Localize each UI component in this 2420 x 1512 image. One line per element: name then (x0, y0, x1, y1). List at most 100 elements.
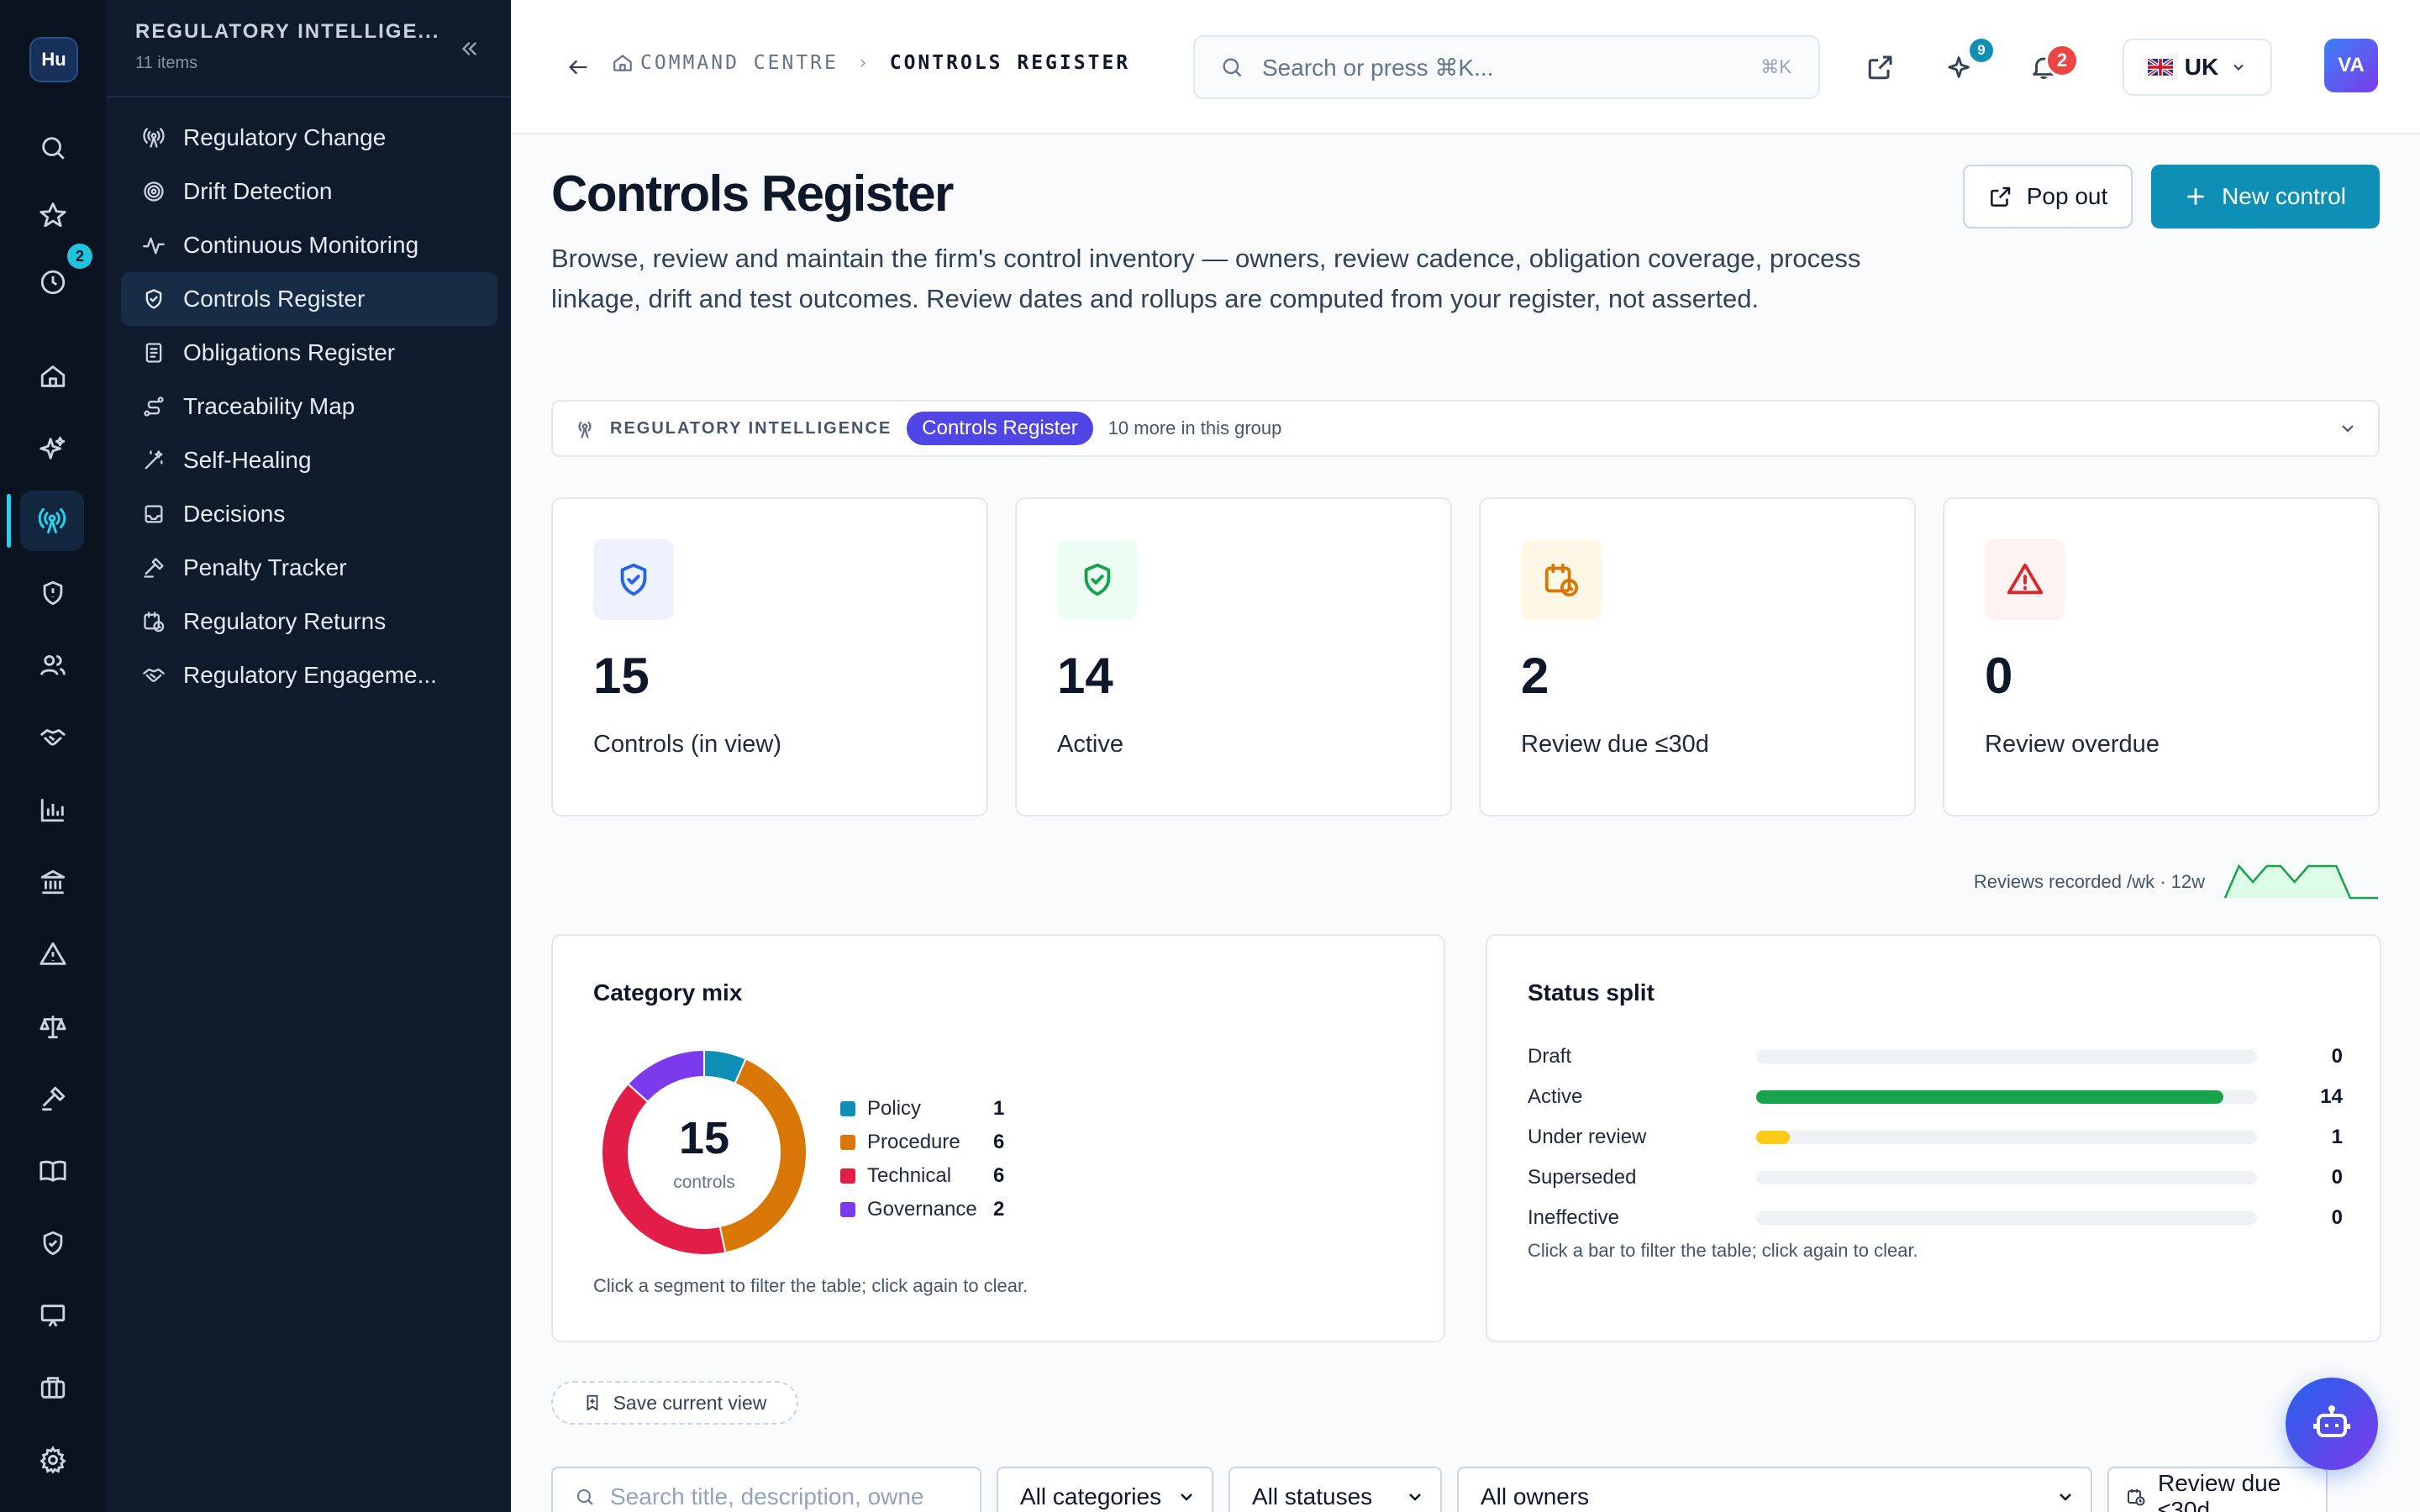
bar-chart-icon[interactable] (33, 790, 73, 830)
status-bar-track[interactable] (1756, 1050, 2257, 1063)
sidebar-item-obligations-register[interactable]: Obligations Register (121, 326, 497, 380)
chevron-down-icon (2230, 59, 2247, 76)
collapse-sidebar-icon[interactable] (454, 34, 484, 64)
breadcrumb: COMMAND CENTRE › CONTROLS REGISTER (612, 52, 1130, 74)
status-name: Ineffective (1528, 1206, 1619, 1229)
locale-label: UK (2184, 54, 2219, 80)
shield-alert-icon[interactable] (33, 573, 73, 613)
save-view-button[interactable]: Save current view (551, 1381, 798, 1425)
global-search[interactable]: Search or press ⌘K... ⌘K (1193, 35, 1820, 99)
home-icon[interactable] (612, 52, 634, 74)
legend-value: 6 (993, 1164, 1005, 1187)
legend-item-technical[interactable]: Technical 6 (840, 1159, 1004, 1193)
status-bar-track[interactable] (1756, 1090, 2257, 1104)
status-filter-select[interactable]: All statuses (1228, 1467, 1442, 1512)
kpi-label: Review due ≤30d (1521, 731, 1709, 758)
category-filter-value: All categories (1020, 1483, 1162, 1509)
pop-out-button[interactable]: Pop out (1963, 165, 2133, 228)
sidebar-item-continuous-monitoring[interactable]: Continuous Monitoring (121, 218, 497, 272)
shield-check-icon (593, 539, 674, 620)
star-icon[interactable] (33, 195, 73, 235)
scales-icon[interactable] (33, 1006, 73, 1047)
handshake-icon[interactable] (33, 717, 73, 758)
status-bar-track[interactable] (1756, 1131, 2257, 1144)
status-row-draft[interactable]: Draft 0 (1528, 1037, 2343, 1077)
gavel-icon[interactable] (33, 1079, 73, 1119)
status-row-active[interactable]: Active 14 (1528, 1077, 2343, 1117)
calendar-clock-icon (1521, 539, 1602, 620)
logo-text: Hu (41, 49, 66, 70)
new-control-button[interactable]: New control (2151, 165, 2380, 228)
kpi-card[interactable]: 2 Review due ≤30d (1479, 497, 1916, 816)
category-legend: Policy 1 Procedure 6 Technical 6 Governance 2 (840, 1092, 1004, 1226)
group-current-pill[interactable]: Controls Register (907, 412, 1093, 445)
reviews-sparkline: Reviews recorded /wk · 12w (1667, 857, 2381, 907)
owner-filter-select[interactable]: All owners (1457, 1467, 2092, 1512)
clock-icon[interactable] (33, 262, 73, 302)
section-group-bar[interactable]: REGULATORY INTELLIGENCE Controls Registe… (551, 400, 2380, 457)
kpi-card[interactable]: 0 Review overdue (1943, 497, 2380, 816)
landmark-icon[interactable] (33, 862, 73, 902)
sidebar-item-regulatory-engageme[interactable]: Regulatory Engageme... (121, 648, 497, 702)
kpi-label: Active (1057, 731, 1123, 758)
assistant-bot-button[interactable] (2286, 1378, 2378, 1470)
back-arrow-icon[interactable] (560, 49, 597, 86)
home-icon[interactable] (33, 356, 73, 396)
sidebar-item-regulatory-returns[interactable]: Regulatory Returns (121, 595, 497, 648)
locale-select[interactable]: UK (2123, 39, 2272, 96)
active-indicator (7, 494, 11, 548)
gear-icon[interactable] (33, 1440, 73, 1480)
app-logo[interactable]: Hu (29, 37, 78, 82)
chevron-down-icon[interactable] (2338, 418, 2358, 438)
category-filter-select[interactable]: All categories (997, 1467, 1213, 1512)
sidebar-item-label: Continuous Monitoring (183, 232, 419, 258)
status-row-ineffective[interactable]: Ineffective 0 (1528, 1198, 2343, 1238)
route-icon (141, 394, 166, 419)
shield-check-icon (1057, 539, 1138, 620)
radio-tower-icon[interactable] (20, 491, 84, 551)
sidebar-item-self-healing[interactable]: Self-Healing (121, 433, 497, 487)
shield-check-icon[interactable] (33, 1223, 73, 1263)
chevron-down-icon (2055, 1487, 2075, 1507)
sidebar-item-drift-detection[interactable]: Drift Detection (121, 165, 497, 218)
sidebar-item-penalty-tracker[interactable]: Penalty Tracker (121, 541, 497, 595)
status-bar-track[interactable] (1756, 1171, 2257, 1184)
kpi-card[interactable]: 14 Active (1015, 497, 1452, 816)
legend-item-governance[interactable]: Governance 2 (840, 1193, 1004, 1226)
users-icon[interactable] (33, 645, 73, 685)
status-bar-track[interactable] (1756, 1211, 2257, 1225)
avatar[interactable]: VA (2324, 39, 2378, 92)
table-search-input[interactable]: Search title, description, owne (551, 1467, 981, 1512)
external-link-icon[interactable] (1860, 47, 1901, 87)
sidebar-item-traceability-map[interactable]: Traceability Map (121, 380, 497, 433)
search-icon[interactable] (33, 128, 73, 168)
radio-tower-icon (141, 125, 166, 150)
kpi-card[interactable]: 15 Controls (in view) (551, 497, 988, 816)
book-icon[interactable] (33, 1151, 73, 1191)
sidebar-item-controls-register[interactable]: Controls Register (121, 272, 497, 326)
sidebar-item-decisions[interactable]: Decisions (121, 487, 497, 541)
top-bar: COMMAND CENTRE › CONTROLS REGISTER Searc… (511, 0, 2420, 134)
kpi-value: 2 (1521, 648, 1549, 704)
page-title: Controls Register (551, 165, 954, 222)
status-rows: Draft 0 Active 14 Under review 1 Superseded 0 In… (1528, 1037, 2343, 1238)
review-due-filter-button[interactable]: Review due ≤30d (2107, 1467, 2328, 1512)
status-value: 1 (2331, 1126, 2343, 1148)
status-row-superseded[interactable]: Superseded 0 (1528, 1158, 2343, 1198)
presentation-icon[interactable] (33, 1295, 73, 1336)
legend-item-procedure[interactable]: Procedure 6 (840, 1126, 1004, 1159)
breadcrumb-root[interactable]: COMMAND CENTRE (640, 52, 839, 74)
sidebar-item-label: Regulatory Engageme... (183, 662, 437, 688)
sidebar-nav: Regulatory Change Drift Detection Continuo… (121, 111, 497, 702)
warning-icon[interactable] (33, 934, 73, 974)
kpi-value: 0 (1985, 648, 2013, 704)
sidebar-item-regulatory-change[interactable]: Regulatory Change (121, 111, 497, 165)
status-row-under-review[interactable]: Under review 1 (1528, 1117, 2343, 1158)
sparkles-icon[interactable] (33, 428, 73, 469)
status-split-title: Status split (1528, 979, 1655, 1005)
legend-item-policy[interactable]: Policy 1 (840, 1092, 1004, 1126)
legend-label: Governance (867, 1198, 977, 1221)
donut-center: 15 controls (587, 1035, 822, 1270)
briefcase-icon[interactable] (33, 1368, 73, 1408)
inbox-icon (141, 501, 166, 527)
